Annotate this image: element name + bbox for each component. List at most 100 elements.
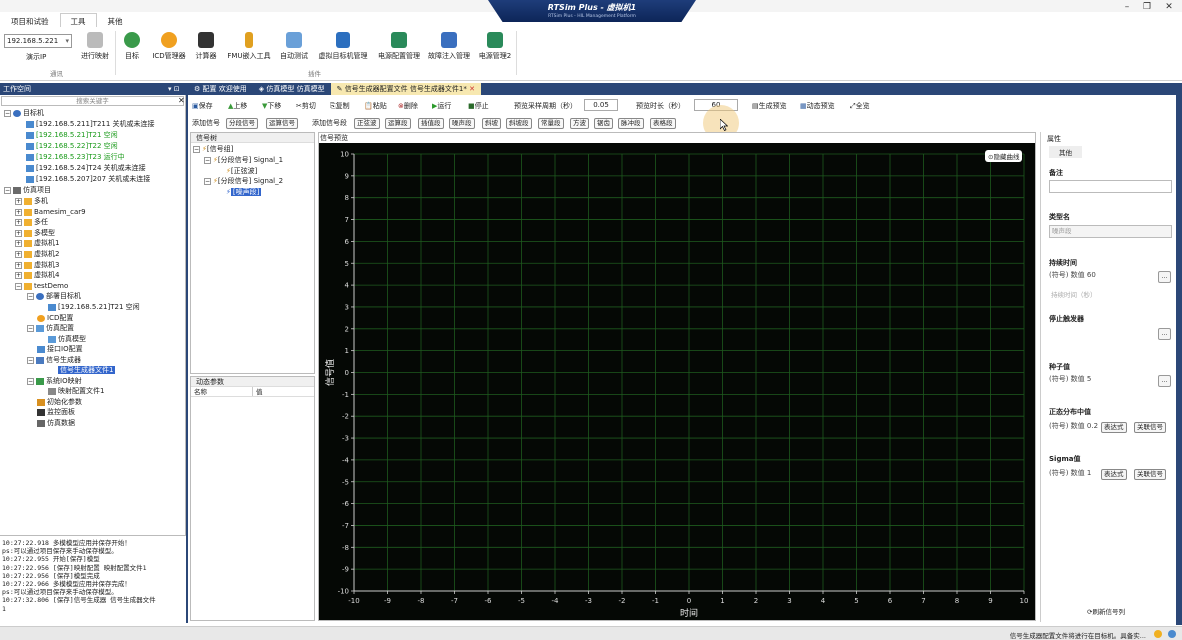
tree-targets[interactable]: − 目标机 [4, 108, 44, 118]
clear-search-icon[interactable]: ✕ [178, 96, 185, 105]
sigma-expr-button[interactable]: 表达式 [1101, 469, 1127, 480]
tree-folder[interactable]: + Bamesim_car9 [15, 207, 86, 217]
run-button[interactable]: ▶运行 [432, 100, 451, 112]
signal-group-node[interactable]: − ⚡[信号组] [193, 144, 233, 154]
tab-welcome[interactable]: ⚙ 配置 欢迎使用 [188, 83, 253, 95]
segment-signal-button[interactable]: 分段信号 [226, 118, 258, 129]
const-segment-button[interactable]: 常量段 [538, 118, 564, 129]
icd-manager-button[interactable]: ICD管理器 [148, 32, 190, 61]
tab-other[interactable]: 其他 [97, 13, 134, 27]
tree-init-params[interactable]: 初始化参数 [37, 397, 82, 407]
tree-target-item[interactable]: [192.168.5.21]T21 空闲 [26, 130, 118, 140]
workspace-search-input[interactable]: 搜索关键字 [1, 96, 184, 106]
tree-sim-data[interactable]: 仿真数据 [37, 418, 75, 428]
pulse-segment-button[interactable]: 脉冲段 [618, 118, 644, 129]
interp-segment-button[interactable]: 插值段 [418, 118, 444, 129]
tree-target-item[interactable]: [192.168.5.23]T23 运行中 [26, 152, 125, 162]
auto-test-button[interactable]: 自动测试 [276, 32, 312, 61]
tree-folder[interactable]: + 虚拟机2 [15, 249, 59, 259]
sawtooth-button[interactable]: 锯齿 [594, 118, 613, 129]
seed-value: (符号) 数值 5 [1049, 375, 1092, 383]
tree-sim-config[interactable]: − 仿真配置 [27, 323, 74, 333]
tree-folder[interactable]: + 虚拟机4 [15, 270, 59, 280]
tree-sys-io-map[interactable]: − 系统IO映射 [27, 376, 82, 386]
tree-folder[interactable]: − testDemo [15, 281, 68, 291]
tree-sim-projects[interactable]: − 仿真项目 [4, 185, 51, 195]
minimize-icon[interactable]: – [1116, 0, 1138, 14]
sine-segment-button[interactable]: 正弦波 [354, 118, 380, 129]
seed-edit-button[interactable]: ... [1158, 375, 1171, 387]
tree-signal-gen[interactable]: − 信号生成器 [27, 355, 81, 365]
signal-1-node[interactable]: − ⚡[分段信号] Signal_1 [204, 155, 283, 165]
calculator-button[interactable]: 计算器 [192, 32, 220, 61]
tree-folder[interactable]: + 多模型 [15, 228, 55, 238]
tree-folder[interactable]: + 多任 [15, 217, 48, 227]
y-tick-label: -4 [342, 456, 350, 464]
gen-preview-button[interactable]: ▤生成预览 [752, 100, 787, 112]
map-button[interactable]: 进行映射 [78, 32, 112, 61]
square-button[interactable]: 方波 [570, 118, 589, 129]
note-input[interactable] [1049, 180, 1172, 193]
ramp-segment-button[interactable]: 斜坡段 [506, 118, 532, 129]
signal-chart[interactable]: -10 -9 -8 -7 -6 -5 -4 -3 -2 -1 0 1 2 3 4 5 6 7 8 9 10-10-9-8… [319, 143, 1035, 620]
tab-tools[interactable]: 工具 [59, 13, 97, 27]
stop-button[interactable]: ■停止 [468, 100, 489, 112]
tree-deploy-item[interactable]: [192.168.5.21]T21 空闲 [48, 302, 140, 312]
cut-button[interactable]: ✂剪切 [296, 100, 316, 112]
close-tab-icon[interactable]: ✕ [467, 85, 475, 93]
ip-select[interactable]: 192.168.5.221 ▾ [4, 34, 72, 48]
virtual-target-button[interactable]: 虚拟目标机管理 [314, 32, 372, 61]
tree-deploy-target[interactable]: − 部署目标机 [27, 291, 81, 301]
op-segment-button[interactable]: 运算段 [385, 118, 411, 129]
save-button[interactable]: ▣保存 [192, 100, 213, 112]
paste-button[interactable]: 📋粘贴 [364, 100, 387, 112]
tree-io-config[interactable]: 接口IO配置 [37, 344, 83, 354]
tree-target-item[interactable]: [192.168.5.24]T24 关机或未连接 [26, 163, 146, 173]
type-input[interactable]: 噪声段 [1049, 225, 1172, 238]
delete-button[interactable]: ⊗删除 [398, 100, 418, 112]
sample-period-input[interactable]: 0.05 [584, 99, 618, 111]
fmu-tool-button[interactable]: FMU嵌入工具 [224, 32, 274, 61]
sine-segment-node[interactable]: ⚡[正弦波] [226, 166, 257, 176]
operation-signal-button[interactable]: 运算信号 [266, 118, 298, 129]
pin-icon[interactable]: ▾ ⊡ [168, 83, 180, 95]
move-down-button[interactable]: ▼下移 [262, 100, 281, 112]
copy-button[interactable]: ⎘复制 [330, 100, 350, 112]
tree-target-item[interactable]: [192.168.5.211]T211 关机或未连接 [26, 119, 155, 129]
dyn-preview-button[interactable]: ▦动态预览 [800, 100, 835, 112]
tree-monitor[interactable]: 监控面板 [37, 407, 75, 417]
tree-sim-model[interactable]: 仿真模型 [48, 334, 86, 344]
restore-icon[interactable]: ❐ [1136, 0, 1158, 14]
sigma-link-button[interactable]: 关联信号 [1134, 469, 1166, 480]
tab-other-props[interactable]: 其他 [1049, 146, 1082, 158]
mean-expr-button[interactable]: 表达式 [1101, 422, 1127, 433]
full-preview-button[interactable]: ⤢全览 [850, 100, 870, 112]
tab-sim-model[interactable]: ◈ 仿真模型 仿真模型 [253, 83, 331, 95]
ramp-button[interactable]: 斜坡 [482, 118, 501, 129]
noise-segment-node[interactable]: ⚡ [噪声段] [226, 187, 262, 197]
tree-folder[interactable]: + 虚拟机1 [15, 238, 59, 248]
duration-edit-button[interactable]: ... [1158, 271, 1171, 283]
tab-signal-gen[interactable]: ✎ 信号生成器配置文件 信号生成器文件1* ✕ [330, 83, 481, 95]
signal-2-node[interactable]: − ⚡[分段信号] Signal_2 [204, 176, 283, 186]
stop-trigger-edit-button[interactable]: ... [1158, 328, 1171, 340]
fault-inject-button[interactable]: 故障注入管理 [426, 32, 472, 61]
tree-folder[interactable]: + 多机 [15, 196, 48, 206]
tree-icd[interactable]: ICD配置 [37, 313, 73, 323]
hide-curve-button[interactable]: ⊙隐藏曲线 [985, 150, 1023, 162]
refresh-signals-button[interactable]: ⟳刷新信号列 [1087, 606, 1125, 616]
tab-project[interactable]: 项目和试验 [0, 13, 60, 27]
noise-segment-button[interactable]: 噪声段 [449, 118, 475, 129]
tree-target-item[interactable]: [192.168.5.207]207 关机或未连接 [26, 174, 150, 184]
close-icon[interactable]: ✕ [1158, 0, 1180, 14]
table-segment-button[interactable]: 表格段 [650, 118, 676, 129]
tree-signal-gen-file[interactable]: 信号生成器文件1 [48, 365, 116, 375]
move-up-button[interactable]: ▲上移 [228, 100, 247, 112]
tree-folder[interactable]: + 虚拟机3 [15, 260, 59, 270]
power-config-button[interactable]: 电源配置管理 [374, 32, 424, 61]
tree-map-file[interactable]: 映射配置文件1 [48, 386, 104, 396]
mean-link-button[interactable]: 关联信号 [1134, 422, 1166, 433]
tree-target-item[interactable]: [192.168.5.22]T22 空闲 [26, 141, 118, 151]
power-manage2-button[interactable]: 电源管理2 [474, 32, 516, 61]
target-button[interactable]: 目标 [118, 32, 146, 61]
